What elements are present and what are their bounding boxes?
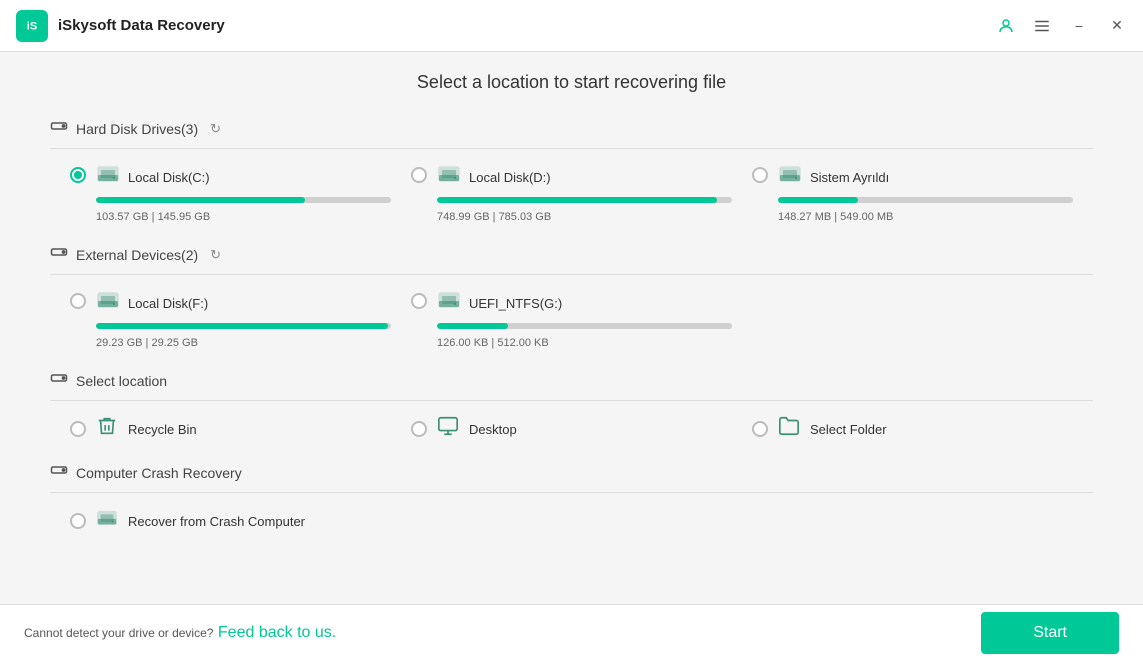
drive-item-sistem[interactable]: Sistem Ayrıldı 148.27 MB | 549.00 MB [752,163,1073,225]
external-drive-grid: Local Disk(F:) 29.23 GB | 29.25 GB [50,289,1093,351]
crash-recovery-name: Recover from Crash Computer [128,514,305,529]
menu-icon[interactable] [1033,17,1051,35]
location-grid: Recycle Bin Desktop [50,415,1093,443]
drive-item-f[interactable]: Local Disk(F:) 29.23 GB | 29.25 GB [70,289,391,351]
crash-section-icon [50,461,68,484]
section-header-location: Select location [50,369,1093,401]
location-name-folder: Select Folder [810,422,887,437]
drive-info-sistem: Sistem Ayrıldı 148.27 MB | 549.00 MB [778,163,1073,225]
desktop-icon [437,415,459,443]
drive-radio-d[interactable] [411,167,427,183]
location-name-desktop: Desktop [469,422,517,437]
drive-progress-fill-f [96,323,388,329]
drive-progress-bg-f [96,323,391,329]
hdd-section-icon [50,117,68,140]
hdd-drive-grid: Local Disk(C:) 103.57 GB | 145.95 GB [50,163,1093,225]
user-icon[interactable] [997,17,1015,35]
svg-text:iS: iS [27,20,37,32]
drive-radio-sistem[interactable] [752,167,768,183]
drive-info-d: Local Disk(D:) 748.99 GB | 785.03 GB [437,163,732,225]
drive-item-d[interactable]: Local Disk(D:) 748.99 GB | 785.03 GB [411,163,732,225]
crash-section-title: Computer Crash Recovery [76,465,242,481]
titlebar-right: − ✕ [997,16,1127,36]
minimize-button[interactable]: − [1069,16,1089,36]
section-header-crash: Computer Crash Recovery [50,461,1093,493]
drive-progress-fill-g [437,323,508,329]
app-logo: iS [16,10,48,42]
drive-progress-bg-d [437,197,732,203]
location-item-recycle[interactable]: Recycle Bin [70,415,391,443]
location-radio-crash[interactable] [70,513,86,529]
section-header-external: External Devices(2) ↻ [50,243,1093,275]
drive-size-sistem: 148.27 MB | 549.00 MB [778,211,893,223]
titlebar-left: iS iSkysoft Data Recovery [16,10,225,42]
drive-size-d: 748.99 GB | 785.03 GB [437,211,551,223]
close-button[interactable]: ✕ [1107,16,1127,36]
crash-disk-icon [96,507,118,535]
drive-progress-fill-sistem [778,197,858,203]
drive-info-f: Local Disk(F:) 29.23 GB | 29.25 GB [96,289,391,351]
drive-name-g: UEFI_NTFS(G:) [469,296,562,311]
bottom-notice: Cannot detect your drive or device? Feed… [24,624,336,642]
drive-icon-d [437,163,461,191]
drive-radio-f[interactable] [70,293,86,309]
section-select-location: Select location Recycle Bin [50,369,1093,443]
drive-size-f: 29.23 GB | 29.25 GB [96,337,198,349]
bottom-bar: Cannot detect your drive or device? Feed… [0,604,1143,660]
drive-info-c: Local Disk(C:) 103.57 GB | 145.95 GB [96,163,391,225]
page-heading: Select a location to start recovering fi… [50,72,1093,93]
section-crash-recovery: Computer Crash Recovery Recover from Cra… [50,461,1093,535]
location-radio-desktop[interactable] [411,421,427,437]
drive-name-d: Local Disk(D:) [469,170,551,185]
drive-radio-c[interactable] [70,167,86,183]
location-section-icon [50,369,68,392]
crash-grid: Recover from Crash Computer [50,507,1093,535]
drive-progress-fill-c [96,197,305,203]
drive-name-c: Local Disk(C:) [128,170,210,185]
drive-item-c[interactable]: Local Disk(C:) 103.57 GB | 145.95 GB [70,163,391,225]
drive-radio-g[interactable] [411,293,427,309]
drive-progress-bg-g [437,323,732,329]
section-external: External Devices(2) ↻ [50,243,1093,351]
hdd-section-title: Hard Disk Drives(3) [76,121,198,137]
external-section-title: External Devices(2) [76,247,198,263]
drive-info-g: UEFI_NTFS(G:) 126.00 KB | 512.00 KB [437,289,732,351]
section-hard-disk: Hard Disk Drives(3) ↻ [50,117,1093,225]
drive-size-c: 103.57 GB | 145.95 GB [96,211,210,223]
location-radio-recycle[interactable] [70,421,86,437]
recycle-bin-icon [96,415,118,443]
drive-progress-bg-sistem [778,197,1073,203]
drive-name-sistem: Sistem Ayrıldı [810,170,889,185]
drive-progress-fill-d [437,197,717,203]
app-title: iSkysoft Data Recovery [58,17,225,34]
drive-progress-bg-c [96,197,391,203]
folder-icon [778,415,800,443]
start-button[interactable]: Start [981,612,1119,654]
external-section-icon [50,243,68,266]
location-item-folder[interactable]: Select Folder [752,415,1073,443]
drive-icon-sistem [778,163,802,191]
drive-icon-c [96,163,120,191]
feedback-link[interactable]: Feed back to us. [218,624,336,641]
external-refresh-icon[interactable]: ↻ [210,247,221,263]
location-name-recycle: Recycle Bin [128,422,197,437]
location-item-desktop[interactable]: Desktop [411,415,732,443]
drive-icon-f [96,289,120,317]
section-header-hdd: Hard Disk Drives(3) ↻ [50,117,1093,149]
notice-text: Cannot detect your drive or device? [24,626,213,640]
main-content: Select a location to start recovering fi… [0,52,1143,604]
drive-item-g[interactable]: UEFI_NTFS(G:) 126.00 KB | 512.00 KB [411,289,732,351]
drive-size-g: 126.00 KB | 512.00 KB [437,337,549,349]
location-item-crash[interactable]: Recover from Crash Computer [70,507,391,535]
titlebar: iS iSkysoft Data Recovery − ✕ [0,0,1143,52]
drive-name-f: Local Disk(F:) [128,296,208,311]
location-section-title: Select location [76,373,167,389]
location-radio-folder[interactable] [752,421,768,437]
drive-icon-g [437,289,461,317]
hdd-refresh-icon[interactable]: ↻ [210,121,221,137]
